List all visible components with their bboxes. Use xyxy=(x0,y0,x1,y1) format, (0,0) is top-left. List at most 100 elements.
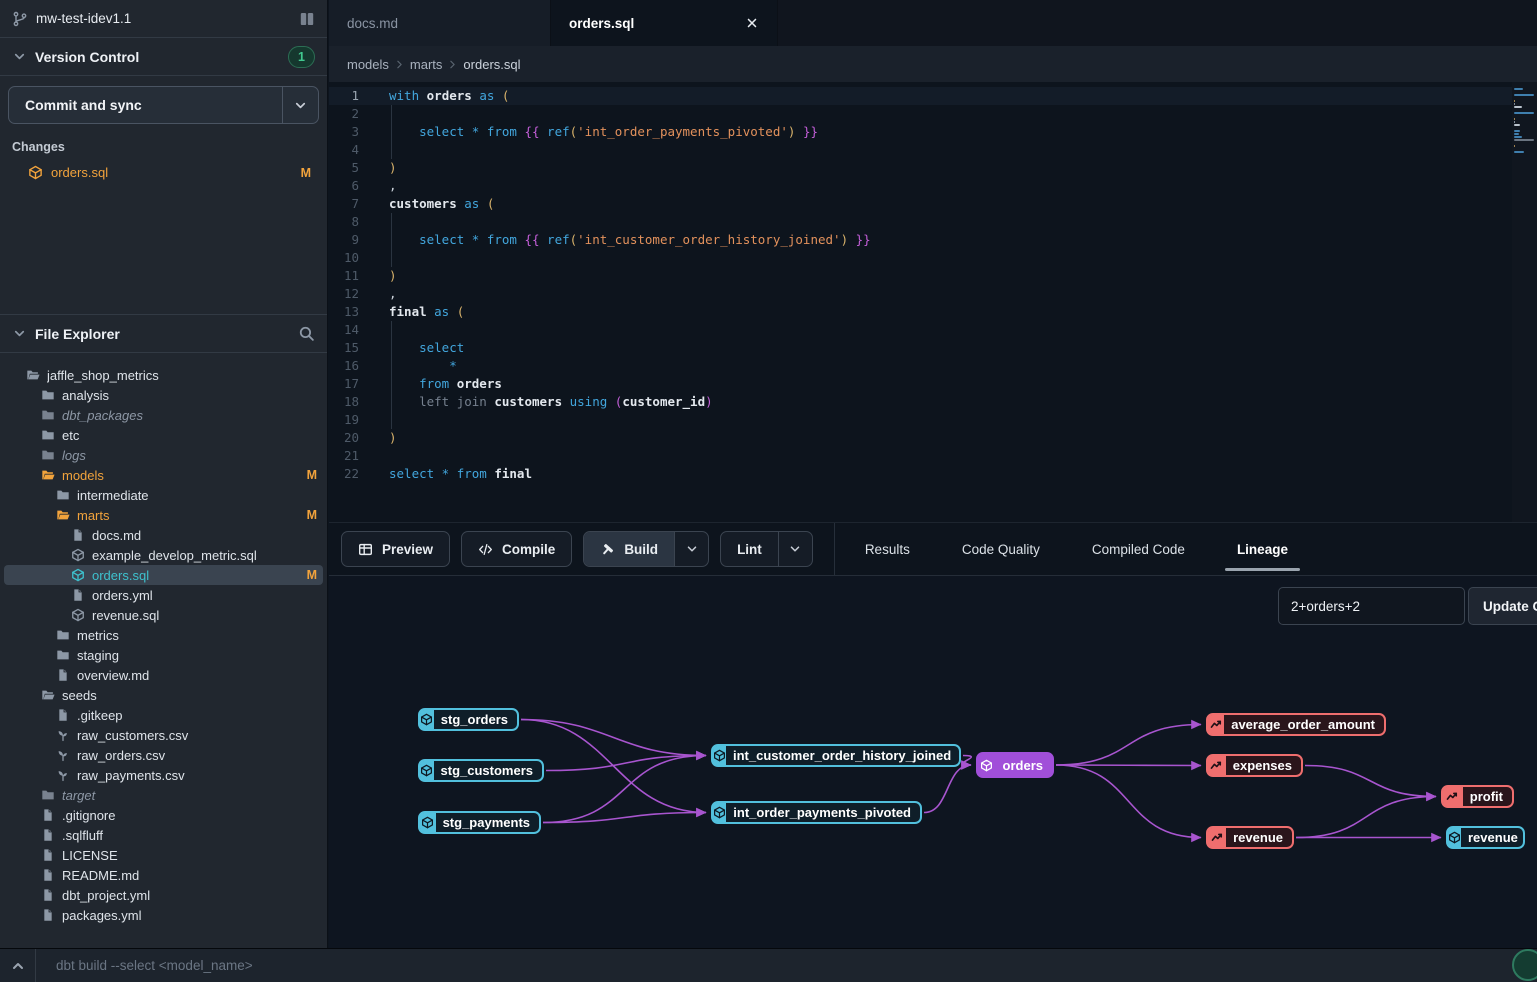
file-tree-item-.gitkeep[interactable]: .gitkeep xyxy=(0,705,327,725)
file-tree-item-metrics[interactable]: metrics xyxy=(0,625,327,645)
commit-and-sync-button[interactable]: Commit and sync xyxy=(8,86,319,124)
lineage-node-stg_orders[interactable]: stg_orders xyxy=(418,708,519,731)
file-tree-item-logs[interactable]: logs xyxy=(0,445,327,465)
close-tab-button[interactable] xyxy=(745,16,759,30)
version-control-badge: 1 xyxy=(288,46,315,68)
toolbar-actions: Preview Compile Build Lint xyxy=(341,531,824,567)
compile-button[interactable]: Compile xyxy=(461,531,572,567)
file-icon xyxy=(41,868,55,882)
folder-open-icon xyxy=(56,508,70,522)
file-tree-item-seeds[interactable]: seeds xyxy=(0,685,327,705)
file-tree-item-jaffle_shop_metrics[interactable]: jaffle_shop_metrics xyxy=(0,365,327,385)
breadcrumb-item-marts[interactable]: marts xyxy=(410,57,443,72)
lineage-node-revenue[interactable]: revenue xyxy=(1206,826,1294,849)
tab-compiled-code[interactable]: Compiled Code xyxy=(1066,523,1211,575)
lineage-node-int_customer_order_history_joined[interactable]: int_customer_order_history_joined xyxy=(711,744,961,767)
button-label: Build xyxy=(624,542,658,557)
file-tree-item-revenue.sql[interactable]: revenue.sql xyxy=(0,605,327,625)
file-name: README.md xyxy=(62,868,317,883)
tab-lineage[interactable]: Lineage xyxy=(1211,523,1314,575)
changed-file-row[interactable]: orders.sql M xyxy=(8,160,319,185)
file-tree-item-staging[interactable]: staging xyxy=(0,645,327,665)
file-tree-item-LICENSE[interactable]: LICENSE xyxy=(0,845,327,865)
update-graph-button[interactable]: Update G xyxy=(1468,587,1537,625)
build-button[interactable]: Build xyxy=(583,531,709,567)
code-editor[interactable]: 1 with orders as ( 2 3 select * from {{ … xyxy=(329,82,1537,522)
file-explorer-header[interactable]: File Explorer xyxy=(0,315,327,353)
file-tree-item-models[interactable]: models M xyxy=(0,465,327,485)
editor-tab-docs.md[interactable]: docs.md xyxy=(329,0,551,46)
preview-button[interactable]: Preview xyxy=(341,531,450,567)
node-label: stg_payments xyxy=(436,815,539,830)
file-tree-item-raw_payments.csv[interactable]: raw_payments.csv xyxy=(0,765,327,785)
editor-minimap[interactable] xyxy=(1512,82,1537,522)
file-icon xyxy=(71,528,85,542)
code-line: 22 select * from final xyxy=(329,465,1537,483)
lineage-node-revenue[interactable]: revenue xyxy=(1446,826,1525,849)
split-columns-icon[interactable] xyxy=(299,11,315,27)
commit-options-caret[interactable] xyxy=(282,87,318,123)
chart-icon xyxy=(1211,831,1224,844)
breadcrumb-item-orders.sql[interactable]: orders.sql xyxy=(463,57,520,72)
lint-options-caret[interactable] xyxy=(778,532,812,566)
folder-icon xyxy=(56,628,70,642)
folder-open-icon xyxy=(41,688,55,702)
node-label: int_customer_order_history_joined xyxy=(726,748,960,763)
file-tree-item-orders.yml[interactable]: orders.yml xyxy=(0,585,327,605)
file-tree-item-.gitignore[interactable]: .gitignore xyxy=(0,805,327,825)
lint-button[interactable]: Lint xyxy=(720,531,813,567)
file-tree-item-packages.yml[interactable]: packages.yml xyxy=(0,905,327,925)
file-tree-item-marts[interactable]: marts M xyxy=(0,505,327,525)
command-bar-expand-toggle[interactable] xyxy=(0,949,36,982)
file-tree-item-target[interactable]: target xyxy=(0,785,327,805)
file-tree-item-README.md[interactable]: README.md xyxy=(0,865,327,885)
lineage-node-expenses[interactable]: expenses xyxy=(1206,754,1303,777)
file-tree-item-raw_customers.csv[interactable]: raw_customers.csv xyxy=(0,725,327,745)
file-tree-item-docs.md[interactable]: docs.md xyxy=(0,525,327,545)
build-options-caret[interactable] xyxy=(674,532,708,566)
lineage-node-orders[interactable]: orders xyxy=(976,752,1054,778)
lineage-node-int_order_payments_pivoted[interactable]: int_order_payments_pivoted xyxy=(711,801,922,824)
lineage-node-average_order_amount[interactable]: average_order_amount xyxy=(1206,713,1386,736)
tab-code-quality[interactable]: Code Quality xyxy=(936,523,1066,575)
line-number: 15 xyxy=(329,339,375,357)
line-number: 14 xyxy=(329,321,375,339)
file-tree-item-raw_orders.csv[interactable]: raw_orders.csv xyxy=(0,745,327,765)
file-tree-item-.sqlfluff[interactable]: .sqlfluff xyxy=(0,825,327,845)
file-tree-item-overview.md[interactable]: overview.md xyxy=(0,665,327,685)
status-indicator[interactable] xyxy=(1512,949,1537,981)
file-tree-item-example_develop_metric.sql[interactable]: example_develop_metric.sql xyxy=(0,545,327,565)
cube-icon xyxy=(71,548,85,562)
file-tree-item-intermediate[interactable]: intermediate xyxy=(0,485,327,505)
file-tree-item-analysis[interactable]: analysis xyxy=(0,385,327,405)
node-label: revenue xyxy=(1226,830,1292,845)
file-name: metrics xyxy=(77,628,317,643)
file-name: seeds xyxy=(62,688,317,703)
file-tree: jaffle_shop_metrics analysis dbt_package… xyxy=(0,353,327,948)
file-tree-item-orders.sql[interactable]: orders.sql M xyxy=(4,565,323,585)
command-input[interactable]: dbt build --select <model_name> xyxy=(36,958,1537,973)
folder-icon xyxy=(56,648,70,662)
code-line: 14 xyxy=(329,321,1537,339)
file-tree-item-dbt_project.yml[interactable]: dbt_project.yml xyxy=(0,885,327,905)
seed-icon xyxy=(56,748,70,762)
breadcrumb-item-models[interactable]: models xyxy=(347,57,389,72)
modified-badge: M xyxy=(307,568,317,582)
file-tree-item-etc[interactable]: etc xyxy=(0,425,327,445)
file-tree-item-dbt_packages[interactable]: dbt_packages xyxy=(0,405,327,425)
lineage-node-stg_payments[interactable]: stg_payments xyxy=(418,811,541,834)
editor-tab-orders.sql[interactable]: orders.sql xyxy=(551,0,778,46)
chart-icon xyxy=(1208,715,1224,734)
tab-results[interactable]: Results xyxy=(839,523,936,575)
cube-icon xyxy=(28,165,43,180)
chevron-down-icon xyxy=(12,326,27,341)
lineage-selector-input[interactable] xyxy=(1278,587,1465,625)
file-name: orders.sql xyxy=(92,568,300,583)
line-number: 18 xyxy=(329,393,375,411)
version-control-header[interactable]: Version Control 1 xyxy=(0,38,327,76)
chevron-right-icon xyxy=(446,58,459,71)
lineage-node-profit[interactable]: profit xyxy=(1441,785,1514,808)
lineage-node-stg_customers[interactable]: stg_customers xyxy=(418,759,544,782)
grid-icon xyxy=(358,542,373,557)
search-icon[interactable] xyxy=(298,325,315,342)
